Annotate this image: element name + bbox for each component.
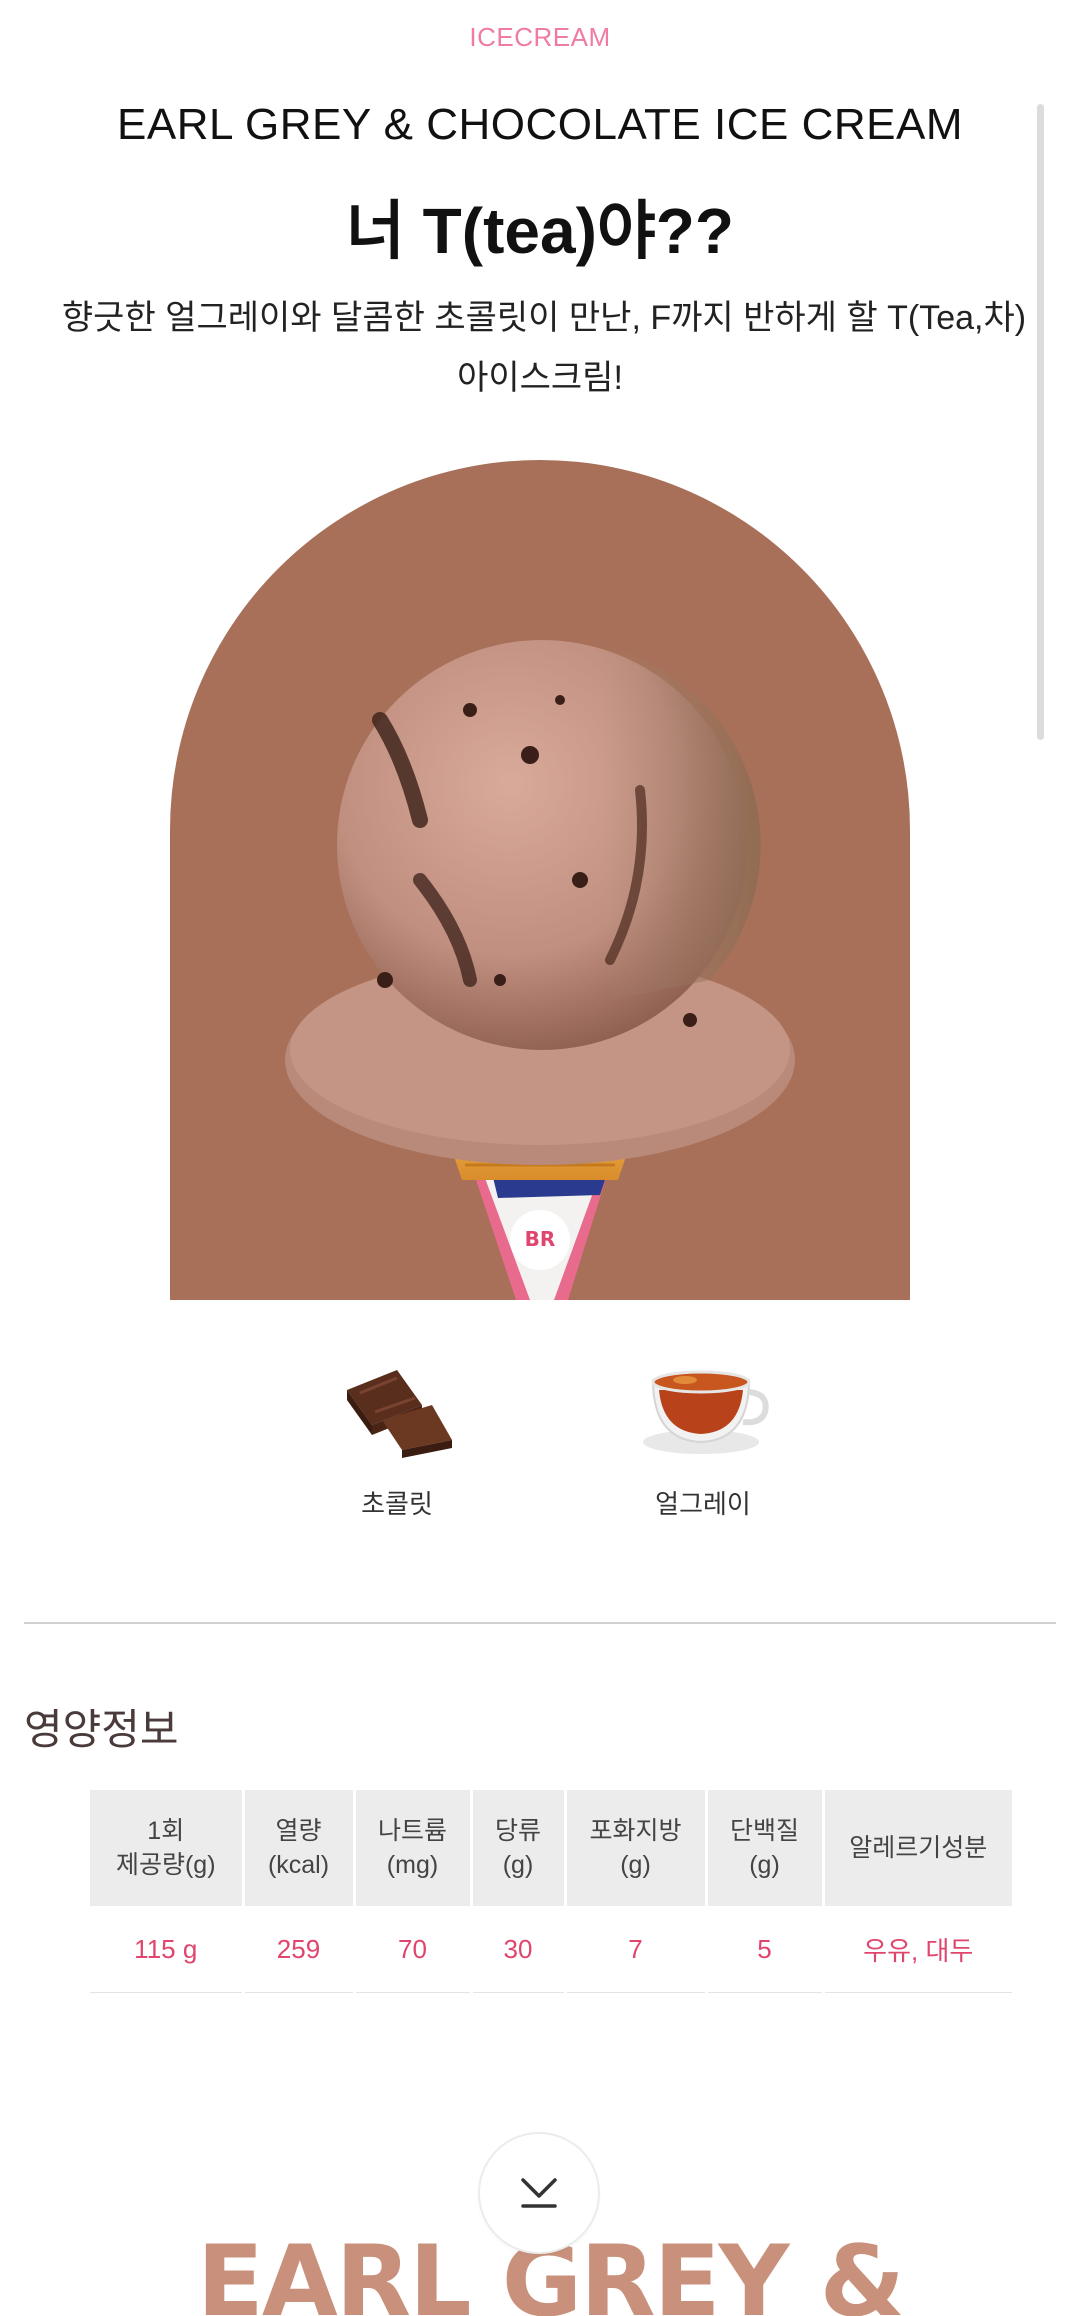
- ingredient-list: 초콜릿 얼그레이: [0, 1350, 1080, 1530]
- svg-text:BR: BR: [525, 1227, 556, 1251]
- description-line-1: 향긋한 얼그레이와 달콤한 초콜릿이 만난, F까지 반하게 할 T(Tea,차…: [61, 299, 1027, 337]
- description-line-2: 아이스크림!: [457, 359, 623, 397]
- chevron-down-icon: [521, 2178, 557, 2208]
- nutrition-header-row: 1회 제공량(g) 열량 (kcal) 나트륨 (mg) 당류 (g) 포화지방 (g) …: [90, 1790, 1012, 1906]
- product-name-english: EARL GREY & CHOCOLATE ICE CREAM: [117, 100, 963, 149]
- value-sodium: 70: [354, 1906, 473, 1993]
- category-label: ICECREAM: [469, 22, 611, 52]
- ingredient-label: 초콜릿: [361, 1489, 433, 1519]
- ingredient-label: 얼그레이: [655, 1489, 751, 1519]
- header-protein: 단백질 (g): [706, 1790, 825, 1906]
- nutrition-table: 1회 제공량(g) 열량 (kcal) 나트륨 (mg) 당류 (g) 포화지방 (g) …: [90, 1790, 1012, 1993]
- product-description: 향긋한 얼그레이와 달콤한 초콜릿이 만난, F까지 반하게 할 T(Tea,차…: [0, 288, 1080, 408]
- ice-cream-cone-image: BR: [170, 460, 910, 1300]
- header-sugar: 당류 (g): [471, 1790, 567, 1906]
- product-hero-image: BR: [170, 460, 910, 1300]
- tea-cup-icon: [633, 1350, 773, 1460]
- nutrition-title: 영양정보: [24, 1706, 179, 1753]
- section-divider: [24, 1622, 1056, 1624]
- header-serving-size: 1회 제공량(g): [90, 1790, 245, 1906]
- header-calories: 열량 (kcal): [243, 1790, 356, 1906]
- header-sodium: 나트륨 (mg): [354, 1790, 473, 1906]
- value-saturated-fat: 7: [565, 1906, 708, 1993]
- value-serving-size: 115 g: [90, 1906, 245, 1993]
- ingredient-earl-grey: 얼그레이: [603, 1350, 803, 1521]
- scroll-down-button[interactable]: [480, 2134, 598, 2252]
- value-calories: 259: [243, 1906, 356, 1993]
- value-protein: 5: [706, 1906, 825, 1993]
- nutrition-value-row: 115 g 259 70 30 7 5 우유, 대두: [90, 1906, 1012, 1993]
- value-allergens: 우유, 대두: [823, 1906, 1012, 1993]
- product-headline: 너 T(tea)야??: [346, 195, 734, 267]
- value-sugar: 30: [471, 1906, 567, 1993]
- ingredient-chocolate: 초콜릿: [297, 1350, 497, 1521]
- header-saturated-fat: 포화지방 (g): [565, 1790, 708, 1906]
- header-allergens: 알레르기성분: [823, 1790, 1012, 1906]
- product-detail-page: ICECREAM EARL GREY & CHOCOLATE ICE CREAM…: [0, 0, 1080, 2316]
- chocolate-icon: [327, 1350, 467, 1460]
